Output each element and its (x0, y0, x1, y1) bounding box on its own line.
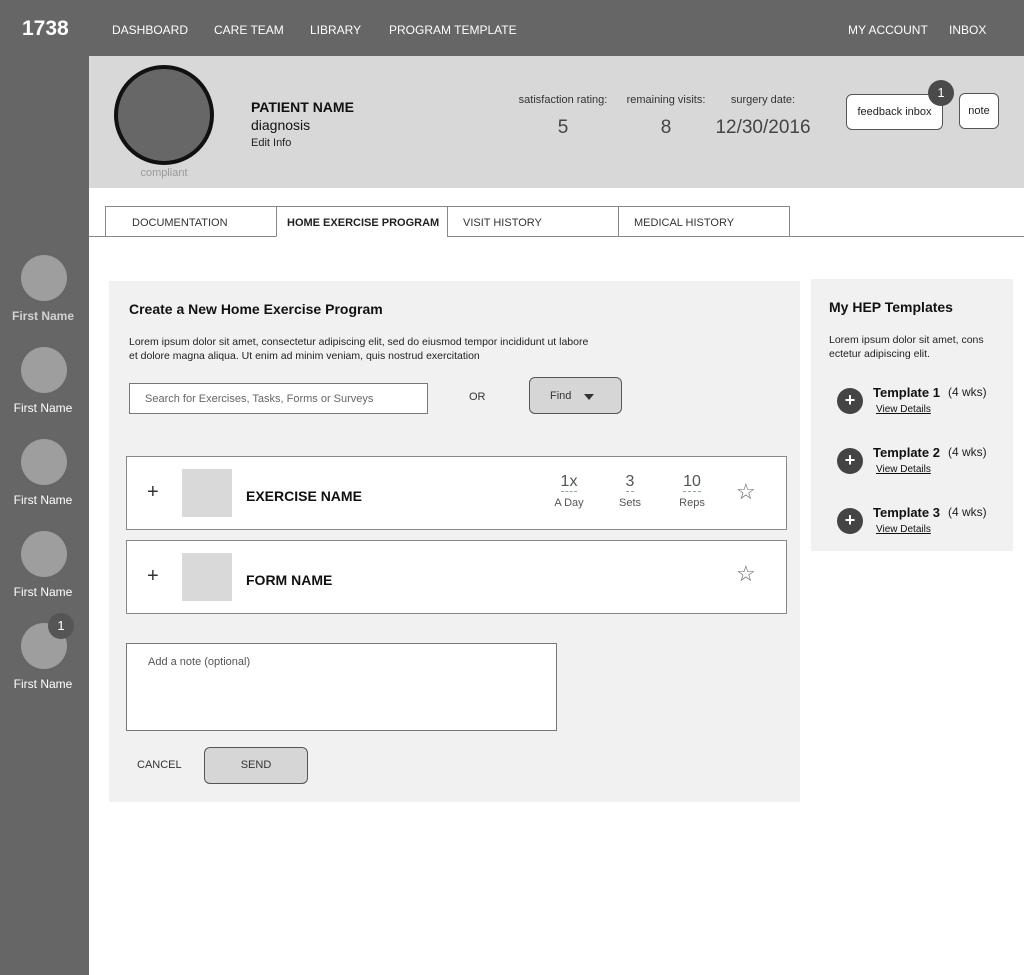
sidebar-patient-name: First Name (13, 677, 73, 691)
surgery-date-value: 12/30/2016 (715, 117, 811, 138)
note-textarea[interactable] (126, 643, 557, 731)
sidebar-patient-item[interactable]: 1 First Name (0, 613, 89, 703)
template-item: + Template 3 (4 wks) View Details (811, 501, 1013, 545)
edit-info-link[interactable]: Edit Info (251, 137, 291, 149)
view-details-link[interactable]: View Details (876, 404, 931, 415)
patient-sidebar: First Name First Name First Name First N… (0, 56, 89, 975)
template-name: Template 3 (873, 505, 940, 520)
avatar (21, 347, 67, 393)
template-name: Template 2 (873, 445, 940, 460)
template-duration: (4 wks) (948, 445, 987, 459)
view-details-link[interactable]: View Details (876, 524, 931, 535)
sidebar-patient-item[interactable]: First Name (0, 347, 89, 427)
nav-my-account[interactable]: MY ACCOUNT (848, 23, 928, 37)
frequency-label: A Day (554, 497, 584, 509)
add-template-plus-icon[interactable]: + (837, 448, 863, 474)
remaining-visits-label: remaining visits: (626, 94, 706, 106)
caret-down-icon (584, 394, 594, 400)
find-dropdown[interactable]: Find (529, 377, 622, 414)
template-duration: (4 wks) (948, 505, 987, 519)
tab-medical-history[interactable]: MEDICAL HISTORY (618, 206, 790, 237)
surgery-date-label: surgery date: (730, 94, 796, 106)
feedback-inbox-button[interactable]: feedback inbox (846, 94, 943, 130)
sidebar-patient-name: First Name (11, 309, 75, 323)
hep-templates-panel: My HEP Templates Lorem ipsum dolor sit a… (811, 279, 1013, 551)
patient-header: compliant PATIENT NAME diagnosis Edit In… (89, 56, 1024, 188)
find-label: Find (550, 390, 572, 402)
cancel-button[interactable]: CANCEL (137, 759, 182, 771)
frequency-metric[interactable]: 1x A Day (549, 473, 589, 509)
note-button[interactable]: note (959, 93, 999, 129)
star-icon[interactable]: ☆ (736, 561, 756, 587)
nav-program-template[interactable]: PROGRAM TEMPLATE (389, 23, 517, 37)
form-thumbnail (182, 553, 232, 601)
exercise-row: + EXERCISE NAME 1x A Day 3 Sets 10 Reps … (126, 456, 787, 530)
template-item: + Template 2 (4 wks) View Details (811, 441, 1013, 485)
create-hep-panel: Create a New Home Exercise Program Lorem… (109, 281, 800, 802)
form-name: FORM NAME (246, 572, 333, 588)
reps-metric[interactable]: 10 Reps (672, 473, 712, 509)
frequency-value[interactable]: 1x (560, 473, 578, 492)
patient-name: PATIENT NAME (251, 99, 354, 115)
sidebar-patient-name: First Name (13, 401, 73, 415)
send-button[interactable]: SEND (204, 747, 308, 784)
add-template-plus-icon[interactable]: + (837, 388, 863, 414)
or-label: OR (469, 391, 486, 403)
remaining-visits-value: 8 (660, 117, 672, 138)
panel-description: Lorem ipsum dolor sit amet, consectetur … (129, 336, 589, 362)
app-logo[interactable]: 1738 (22, 17, 69, 41)
form-row: + FORM NAME ☆ (126, 540, 787, 614)
expand-plus-icon[interactable]: + (147, 481, 159, 504)
sidebar-patient-name: First Name (13, 585, 73, 599)
patient-diagnosis: diagnosis (251, 117, 311, 133)
star-icon[interactable]: ☆ (736, 479, 756, 505)
sets-metric[interactable]: 3 Sets (610, 473, 650, 509)
expand-plus-icon[interactable]: + (147, 565, 159, 588)
template-duration: (4 wks) (948, 385, 987, 399)
sidebar-patient-item[interactable]: First Name (0, 531, 89, 611)
nav-care-team[interactable]: CARE TEAM (214, 23, 284, 37)
reps-value[interactable]: 10 (683, 473, 701, 492)
tab-visit-history[interactable]: VISIT HISTORY (447, 206, 619, 237)
template-item: + Template 1 (4 wks) View Details (811, 381, 1013, 425)
view-details-link[interactable]: View Details (876, 464, 931, 475)
nav-dashboard[interactable]: DASHBOARD (112, 23, 188, 37)
template-name: Template 1 (873, 385, 940, 400)
notification-badge: 1 (48, 613, 74, 639)
sets-label: Sets (618, 497, 641, 509)
compliance-status: compliant (140, 167, 188, 179)
avatar (21, 531, 67, 577)
satisfaction-label: satisfaction rating: (518, 94, 608, 106)
sidebar-patient-name: First Name (13, 493, 73, 507)
add-template-plus-icon[interactable]: + (837, 508, 863, 534)
nav-inbox[interactable]: INBOX (949, 23, 986, 37)
sidebar-patient-item[interactable]: First Name (0, 255, 89, 335)
tab-documentation[interactable]: DOCUMENTATION (105, 206, 277, 237)
tab-home-exercise-program[interactable]: HOME EXERCISE PROGRAM (276, 206, 448, 237)
sets-value[interactable]: 3 (625, 473, 635, 492)
templates-title: My HEP Templates (829, 299, 953, 315)
feedback-badge: 1 (928, 80, 954, 106)
patient-avatar (114, 65, 214, 165)
reps-label: Reps (679, 497, 705, 509)
panel-title: Create a New Home Exercise Program (129, 301, 383, 317)
nav-library[interactable]: LIBRARY (310, 23, 361, 37)
templates-description: Lorem ipsum dolor sit amet, cons ectetur… (829, 334, 984, 360)
satisfaction-value: 5 (557, 117, 569, 138)
search-input[interactable] (129, 383, 428, 414)
top-nav-bar: 1738 DASHBOARD CARE TEAM LIBRARY PROGRAM… (0, 0, 1024, 56)
avatar (21, 255, 67, 301)
exercise-name: EXERCISE NAME (246, 488, 362, 504)
exercise-thumbnail (182, 469, 232, 517)
avatar (21, 439, 67, 485)
sidebar-patient-item[interactable]: First Name (0, 439, 89, 519)
